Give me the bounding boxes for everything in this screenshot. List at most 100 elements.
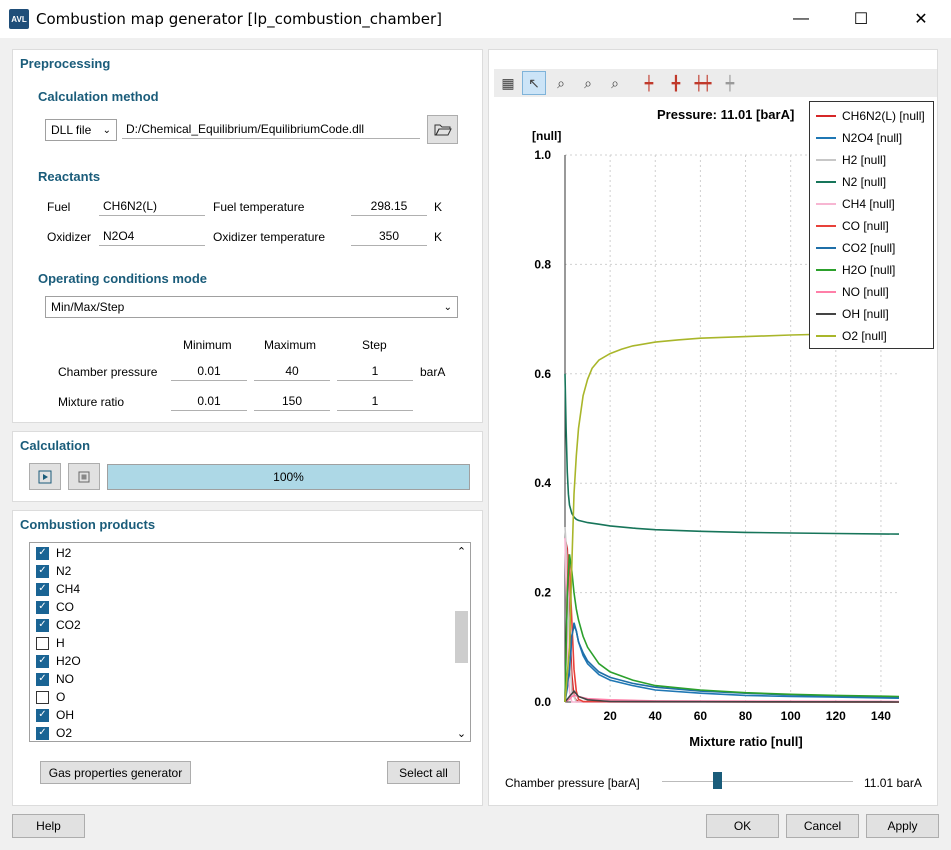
- product-item[interactable]: ✓ H2O: [36, 652, 81, 670]
- legend-swatch: [816, 269, 836, 271]
- fuel-field[interactable]: [99, 196, 205, 216]
- ok-button[interactable]: OK: [706, 814, 779, 838]
- legend-swatch: [816, 159, 836, 161]
- y-tick-label: 0.2: [534, 586, 551, 600]
- product-item[interactable]: ✓ OH: [36, 706, 74, 724]
- method-select[interactable]: DLL file ⌄: [45, 119, 117, 141]
- products-list[interactable]: ✓ H2 ✓ N2 ✓ CH4 ✓ CO ✓ CO2 H ✓ H2O ✓ NO O ✓ OH ✓ O2 ⌃ ⌄: [29, 542, 471, 742]
- browse-button[interactable]: [427, 115, 458, 144]
- zoom-reset-icon[interactable]: ⌕: [603, 71, 627, 95]
- minimize-button[interactable]: —: [771, 0, 831, 38]
- marker-delta-icon[interactable]: ┿: [718, 71, 742, 95]
- legend-item[interactable]: NO [null]: [816, 283, 889, 301]
- checkbox-checked-icon[interactable]: ✓: [36, 726, 49, 740]
- oxidizer-field[interactable]: [99, 226, 205, 246]
- legend-label: CO2 [null]: [842, 241, 896, 255]
- close-button[interactable]: ✕: [891, 0, 951, 38]
- product-item-label: H: [56, 636, 65, 650]
- x-tick-label: 60: [694, 709, 708, 723]
- crosshair-icon[interactable]: ╋: [664, 71, 688, 95]
- product-item[interactable]: ✓ NO: [36, 670, 74, 688]
- dll-path-field[interactable]: [122, 119, 420, 139]
- legend-label: CH4 [null]: [842, 197, 895, 211]
- chamber-pressure-max-field[interactable]: [254, 361, 330, 381]
- help-button[interactable]: Help: [12, 814, 85, 838]
- table-icon[interactable]: ▦: [496, 71, 520, 95]
- mixture-ratio-min-field[interactable]: [171, 391, 247, 411]
- checkbox-checked-icon[interactable]: ✓: [36, 582, 49, 596]
- product-item[interactable]: ✓ CO: [36, 598, 74, 616]
- legend-item[interactable]: CO2 [null]: [816, 239, 895, 257]
- x-tick-label: 40: [649, 709, 663, 723]
- fuel-temperature-unit: K: [434, 200, 443, 214]
- product-item[interactable]: ✓ CH4: [36, 580, 80, 598]
- legend-item[interactable]: OH [null]: [816, 305, 889, 323]
- product-item[interactable]: ✓ H2: [36, 544, 71, 562]
- product-item[interactable]: H: [36, 634, 65, 652]
- select-all-button[interactable]: Select all: [387, 761, 460, 784]
- dual-marker-icon[interactable]: ┿┿: [691, 71, 715, 95]
- legend-swatch: [816, 137, 836, 139]
- marker-icon[interactable]: ┿: [637, 71, 661, 95]
- pressure-slider-track[interactable]: [662, 781, 853, 782]
- checkbox-checked-icon[interactable]: ✓: [36, 708, 49, 722]
- product-item-label: CH4: [56, 582, 81, 596]
- pointer-icon[interactable]: ↖: [522, 71, 546, 95]
- combustion-products-title: Combustion products: [20, 517, 156, 532]
- operating-mode-select[interactable]: Min/Max/Step ⌄: [45, 296, 458, 318]
- checkbox-checked-icon[interactable]: ✓: [36, 618, 49, 632]
- run-button[interactable]: [29, 463, 61, 490]
- fuel-temperature-field[interactable]: [351, 196, 427, 216]
- zoom-icon[interactable]: ⌕: [576, 71, 600, 95]
- legend-item[interactable]: CH6N2(L) [null]: [816, 107, 925, 125]
- checkbox-checked-icon[interactable]: ✓: [36, 654, 49, 668]
- product-item[interactable]: ✓ O2: [36, 724, 73, 741]
- legend-label: N2O4 [null]: [842, 131, 903, 145]
- legend-item[interactable]: CH4 [null]: [816, 195, 895, 213]
- checkbox-unchecked-icon[interactable]: [36, 636, 49, 650]
- slider-value: 11.01 barA: [864, 776, 922, 790]
- checkbox-checked-icon[interactable]: ✓: [36, 564, 49, 578]
- apply-button[interactable]: Apply: [866, 814, 939, 838]
- legend-item[interactable]: H2O [null]: [816, 261, 895, 279]
- product-item[interactable]: ✓ N2: [36, 562, 71, 580]
- zoom-region-icon[interactable]: ⌕: [549, 71, 573, 95]
- product-item[interactable]: O: [36, 688, 65, 706]
- product-item-label: O2: [56, 726, 73, 740]
- products-scrollbar[interactable]: ⌃ ⌄: [453, 543, 470, 741]
- folder-open-icon: [434, 124, 452, 135]
- scroll-down-icon[interactable]: ⌄: [455, 725, 468, 741]
- legend-label: CO [null]: [842, 219, 889, 233]
- chamber-pressure-step-field[interactable]: [337, 361, 413, 381]
- legend-label: H2 [null]: [842, 153, 887, 167]
- legend-item[interactable]: N2 [null]: [816, 173, 886, 191]
- gas-properties-generator-button[interactable]: Gas properties generator: [40, 761, 191, 784]
- legend-item[interactable]: H2 [null]: [816, 151, 886, 169]
- legend-item[interactable]: N2O4 [null]: [816, 129, 902, 147]
- checkbox-checked-icon[interactable]: ✓: [36, 672, 49, 686]
- scroll-up-icon[interactable]: ⌃: [455, 543, 468, 559]
- checkbox-checked-icon[interactable]: ✓: [36, 546, 49, 560]
- maximize-button[interactable]: ☐: [831, 0, 891, 38]
- mixture-ratio-max-field[interactable]: [254, 391, 330, 411]
- product-item-label: CO: [56, 600, 74, 614]
- product-item-label: O: [56, 690, 66, 704]
- product-item[interactable]: ✓ CO2: [36, 616, 81, 634]
- legend-swatch: [816, 203, 836, 205]
- legend-item[interactable]: O2 [null]: [816, 327, 887, 345]
- slider-label: Chamber pressure [barA]: [505, 776, 640, 790]
- legend-swatch: [816, 313, 836, 315]
- checkbox-unchecked-icon[interactable]: [36, 690, 49, 704]
- stop-button[interactable]: [68, 463, 100, 490]
- chamber-pressure-min-field[interactable]: [171, 361, 247, 381]
- cancel-button[interactable]: Cancel: [786, 814, 859, 838]
- legend-item[interactable]: CO [null]: [816, 217, 889, 235]
- scrollbar-thumb[interactable]: [455, 611, 468, 663]
- pressure-slider-thumb[interactable]: [713, 772, 723, 789]
- checkbox-checked-icon[interactable]: ✓: [36, 600, 49, 614]
- oxidizer-temperature-label: Oxidizer temperature: [213, 230, 326, 244]
- oxidizer-temperature-field[interactable]: [351, 226, 427, 246]
- operating-mode-value: Min/Max/Step: [51, 300, 125, 314]
- mixture-ratio-step-field[interactable]: [337, 391, 413, 411]
- y-tick-label: 0.6: [534, 367, 551, 381]
